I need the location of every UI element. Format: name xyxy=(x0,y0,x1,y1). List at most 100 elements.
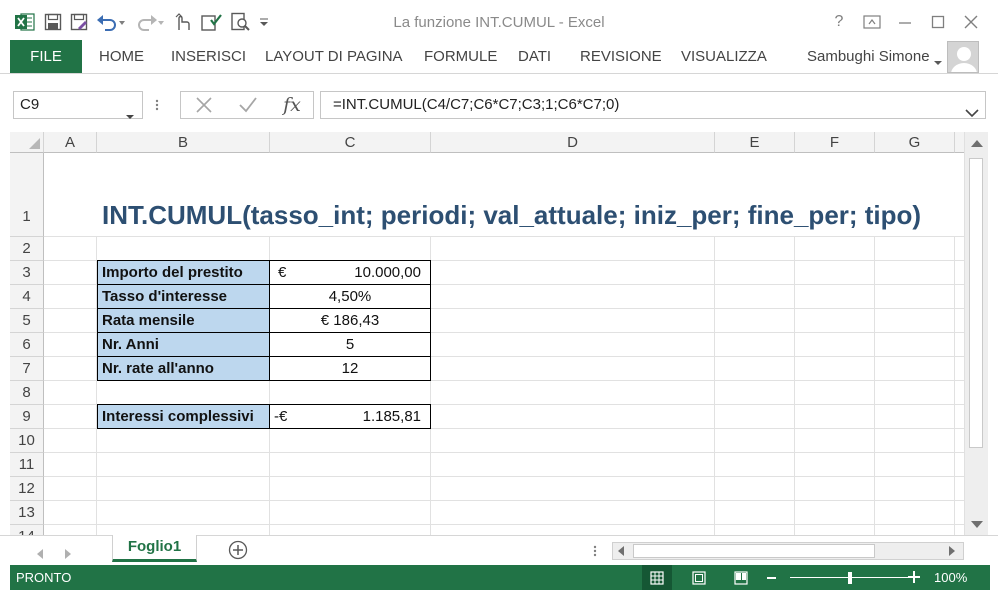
tab-split-handle-icon[interactable] xyxy=(592,544,598,563)
tab-formule[interactable]: FORMULE xyxy=(424,40,497,73)
column-header-a[interactable]: A xyxy=(44,132,97,153)
select-all-button[interactable] xyxy=(10,132,44,153)
column-header-c[interactable]: C xyxy=(270,132,431,153)
row-header-9[interactable]: 9 xyxy=(10,405,44,429)
zoom-level[interactable]: 100% xyxy=(934,565,967,590)
name-box[interactable]: C9 xyxy=(13,91,143,119)
cell-b5[interactable]: Rata mensile xyxy=(97,308,270,333)
cell-b3[interactable]: Importo del prestito xyxy=(97,260,270,285)
gridline xyxy=(44,476,964,477)
cell-c4[interactable]: 4,50% xyxy=(269,284,431,309)
zoom-in-icon[interactable] xyxy=(907,570,921,587)
formula-input[interactable]: =INT.CUMUL(C4/C7;C6*C7;C3;1;C6*C7;0) xyxy=(320,91,986,119)
tab-file[interactable]: FILE xyxy=(10,40,82,73)
sheet-tab-bar: Foglio1 xyxy=(0,535,998,565)
cell-b4[interactable]: Tasso d'interesse xyxy=(97,284,270,309)
gridline xyxy=(44,524,964,525)
scroll-down-icon[interactable] xyxy=(971,521,983,528)
previous-sheet-icon[interactable] xyxy=(36,546,44,564)
zoom-slider-thumb[interactable] xyxy=(848,572,852,584)
cell-c5[interactable]: € 186,43 xyxy=(269,308,431,333)
scrollbar-thumb[interactable] xyxy=(969,158,983,448)
column-header-g[interactable]: G xyxy=(875,132,955,153)
row-header-8[interactable]: 8 xyxy=(10,381,44,405)
expand-formula-bar-icon[interactable] xyxy=(965,101,979,127)
tab-home[interactable]: HOME xyxy=(99,40,144,73)
user-account-name[interactable]: Sambughi Simone xyxy=(807,40,930,73)
next-sheet-icon[interactable] xyxy=(64,546,72,564)
ribbon-tabs: FILE HOME INSERISCI LAYOUT DI PAGINA FOR… xyxy=(0,40,998,73)
status-bar: PRONTO 100% xyxy=(10,565,990,590)
row-header-4[interactable]: 4 xyxy=(10,285,44,309)
scroll-right-icon[interactable] xyxy=(949,546,955,556)
scroll-up-icon[interactable] xyxy=(971,140,983,147)
row-header-6[interactable]: 6 xyxy=(10,333,44,357)
cell-b6[interactable]: Nr. Anni xyxy=(97,332,270,357)
tab-inserisci[interactable]: INSERISCI xyxy=(171,40,246,73)
cell-c3[interactable]: € 10.000,00 xyxy=(269,260,431,285)
title-bar: La funzione INT.CUMUL - Excel ? xyxy=(0,0,998,44)
gridline xyxy=(44,236,964,237)
formula-text: =INT.CUMUL(C4/C7;C6*C7;C3;1;C6*C7;0) xyxy=(333,96,620,113)
avatar[interactable] xyxy=(947,41,979,73)
formula-bar-resize-handle[interactable] xyxy=(153,95,161,115)
column-header-d[interactable]: D xyxy=(431,132,715,153)
cell-b7[interactable]: Nr. rate all'anno xyxy=(97,356,270,381)
scrollbar-thumb[interactable] xyxy=(633,544,875,558)
name-box-value: C9 xyxy=(20,96,40,113)
formula-bar: C9 fx =INT.CUMUL(C4/C7;C6*C7;C3;1;C6*C7;… xyxy=(0,73,998,132)
vertical-scrollbar[interactable] xyxy=(964,132,988,535)
row-header-12[interactable]: 12 xyxy=(10,477,44,501)
chevron-down-icon[interactable] xyxy=(126,103,134,129)
cell-c6[interactable]: 5 xyxy=(269,332,431,357)
close-icon[interactable] xyxy=(956,10,986,34)
tab-layout-di-pagina[interactable]: LAYOUT DI PAGINA xyxy=(265,40,403,73)
tab-visualizza[interactable]: VISUALIZZA xyxy=(681,40,767,73)
tab-revisione[interactable]: REVISIONE xyxy=(580,40,662,73)
cell-c7[interactable]: 12 xyxy=(269,356,431,381)
currency-symbol: € xyxy=(278,264,287,281)
row-header-11[interactable]: 11 xyxy=(10,453,44,477)
cell-b9[interactable]: Interessi complessivi xyxy=(97,404,270,429)
chevron-down-icon[interactable] xyxy=(934,53,942,71)
row-header-2[interactable]: 2 xyxy=(10,237,44,261)
cell-value: 1.185,81 xyxy=(362,408,421,425)
function-syntax-title[interactable]: INT.CUMUL(tasso_int; periodi; val_attual… xyxy=(102,200,921,231)
page-break-preview-icon[interactable] xyxy=(726,565,756,590)
minimize-icon[interactable] xyxy=(890,10,920,34)
gridline xyxy=(44,500,964,501)
tab-dati[interactable]: DATI xyxy=(518,40,551,73)
help-icon[interactable]: ? xyxy=(824,10,854,34)
row-header-3[interactable]: 3 xyxy=(10,261,44,285)
column-header-h[interactable] xyxy=(955,132,964,153)
gridline xyxy=(44,452,964,453)
cell-value: 10.000,00 xyxy=(354,264,421,281)
row-header-5[interactable]: 5 xyxy=(10,309,44,333)
normal-view-icon[interactable] xyxy=(642,565,672,590)
cell-c9[interactable]: -€ 1.185,81 xyxy=(269,404,431,429)
maximize-icon[interactable] xyxy=(923,10,953,34)
sheet-tab-foglio1[interactable]: Foglio1 xyxy=(112,535,197,562)
row-header-14[interactable]: 14 xyxy=(10,525,44,535)
status-text: PRONTO xyxy=(16,570,72,585)
worksheet-grid[interactable]: A B C D E F G 1 2 3 4 5 6 7 8 9 10 11 12… xyxy=(10,132,964,535)
cancel-icon[interactable] xyxy=(187,92,221,118)
column-header-e[interactable]: E xyxy=(715,132,795,153)
ribbon-display-options-icon[interactable] xyxy=(857,10,887,34)
column-header-b[interactable]: B xyxy=(97,132,270,153)
horizontal-scrollbar[interactable] xyxy=(612,542,964,560)
new-sheet-icon[interactable] xyxy=(228,540,248,565)
zoom-out-icon[interactable] xyxy=(767,577,776,579)
scroll-left-icon[interactable] xyxy=(618,546,624,556)
page-layout-view-icon[interactable] xyxy=(684,565,714,590)
zoom-slider[interactable] xyxy=(790,577,914,578)
enter-check-icon[interactable] xyxy=(231,92,265,118)
row-header-7[interactable]: 7 xyxy=(10,357,44,381)
column-header-f[interactable]: F xyxy=(795,132,875,153)
insert-function-icon[interactable]: fx xyxy=(275,92,309,118)
currency-symbol: -€ xyxy=(274,408,288,425)
row-header-10[interactable]: 10 xyxy=(10,429,44,453)
row-header-1[interactable]: 1 xyxy=(10,153,44,237)
row-header-13[interactable]: 13 xyxy=(10,501,44,525)
formula-buttons: fx xyxy=(180,91,314,119)
